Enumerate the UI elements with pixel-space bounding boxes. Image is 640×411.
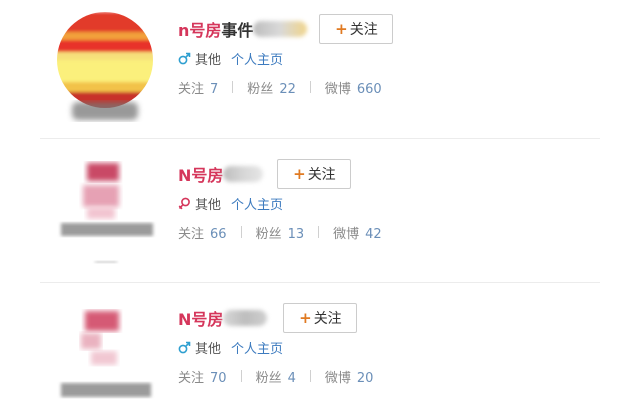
divider <box>232 81 234 93</box>
meta-row: 其他 个人主页 <box>178 191 382 215</box>
stats-row: 关注 70 粉丝 4 微博 20 <box>178 365 373 387</box>
avatar-image <box>61 311 151 397</box>
home-link[interactable]: 个人主页 <box>231 338 283 357</box>
stat-label: 关注 <box>178 81 205 97</box>
stat-following[interactable]: 关注 7 <box>178 78 218 97</box>
stat-value: 70 <box>210 370 227 386</box>
stat-label: 微博 <box>324 81 351 97</box>
name-row: N号房 + 关注 <box>178 159 382 189</box>
category-label: 其他 <box>195 197 222 213</box>
stat-value: 4 <box>287 370 296 386</box>
stat-following[interactable]: 关注 70 <box>178 367 227 386</box>
plus-icon: + <box>293 165 306 183</box>
avatar[interactable] <box>50 12 160 124</box>
divider <box>309 81 311 93</box>
divider <box>318 226 320 238</box>
stat-value: 22 <box>279 81 296 97</box>
follow-label: 关注 <box>313 311 342 327</box>
stat-posts[interactable]: 微博 660 <box>325 78 382 97</box>
user-name[interactable]: N号房 <box>178 162 223 186</box>
blurred-name <box>253 21 308 37</box>
plus-icon: + <box>299 309 312 327</box>
stat-value: 42 <box>365 226 382 242</box>
divider <box>240 370 242 382</box>
home-link[interactable]: 个人主页 <box>231 194 283 213</box>
meta-row: 其他 个人主页 <box>178 46 393 70</box>
user-name-prefix[interactable]: n号房 <box>178 21 221 40</box>
plus-icon: + <box>335 20 348 38</box>
avatar-image <box>57 12 153 120</box>
avatar[interactable] <box>55 299 160 409</box>
stat-following[interactable]: 关注 66 <box>178 223 227 242</box>
stat-label: 微博 <box>324 370 351 386</box>
divider <box>309 370 311 382</box>
stat-value: 20 <box>356 370 374 386</box>
stat-label: 关注 <box>178 370 205 386</box>
stat-posts[interactable]: 微博 42 <box>333 223 382 242</box>
stat-value: 66 <box>210 226 227 242</box>
user-name[interactable]: N号房 <box>178 306 223 330</box>
stat-value: 660 <box>356 81 382 97</box>
user-name-prefix[interactable]: N号房 <box>178 166 223 185</box>
stat-label: 微博 <box>333 226 360 242</box>
user-search-results: n号房事件 + 关注 其他 个人主页 关注 7 粉丝 22 微博 660 N号房… <box>0 0 640 411</box>
user-name-prefix[interactable]: N号房 <box>178 310 223 329</box>
stat-label: 关注 <box>178 226 205 242</box>
stat-value: 7 <box>210 81 219 97</box>
meta-row: 其他 个人主页 <box>178 335 373 359</box>
divider <box>240 226 242 238</box>
follow-button[interactable]: + 关注 <box>283 303 358 333</box>
user-name-suffix[interactable]: 事件 <box>221 21 253 40</box>
name-row: N号房 + 关注 <box>178 303 373 333</box>
stat-followers[interactable]: 粉丝 13 <box>256 223 305 242</box>
stat-value: 13 <box>287 226 305 242</box>
stat-posts[interactable]: 微博 20 <box>325 367 374 386</box>
category-label: 其他 <box>195 52 222 68</box>
stat-followers[interactable]: 粉丝 22 <box>247 78 296 97</box>
user-card: N号房 + 关注 其他 个人主页 关注 70 粉丝 4 微博 20 <box>0 283 640 411</box>
female-icon <box>178 197 191 210</box>
stat-label: 粉丝 <box>247 81 274 97</box>
male-icon <box>178 52 191 65</box>
user-info: N号房 + 关注 其他 个人主页 关注 70 粉丝 4 微博 20 <box>178 303 373 387</box>
stat-followers[interactable]: 粉丝 4 <box>256 367 296 386</box>
follow-button[interactable]: + 关注 <box>277 159 352 189</box>
follow-label: 关注 <box>349 22 378 38</box>
follow-button[interactable]: + 关注 <box>319 14 394 44</box>
user-name[interactable]: n号房事件 <box>178 17 253 41</box>
stat-label: 粉丝 <box>255 226 282 242</box>
avatar[interactable] <box>55 155 160 265</box>
user-info: n号房事件 + 关注 其他 个人主页 关注 7 粉丝 22 微博 660 <box>178 14 394 98</box>
category-label: 其他 <box>195 341 222 357</box>
home-link[interactable]: 个人主页 <box>231 49 283 68</box>
avatar-image <box>61 163 153 263</box>
blurred-name <box>223 310 268 326</box>
user-card: N号房 + 关注 其他 个人主页 关注 66 粉丝 13 微博 42 <box>0 139 640 282</box>
male-icon <box>178 341 191 354</box>
blurred-name <box>223 166 264 182</box>
user-info: N号房 + 关注 其他 个人主页 关注 66 粉丝 13 微博 42 <box>178 159 382 243</box>
stats-row: 关注 7 粉丝 22 微博 660 <box>178 76 393 98</box>
follow-label: 关注 <box>307 167 336 183</box>
name-row: n号房事件 + 关注 <box>178 14 394 44</box>
user-card: n号房事件 + 关注 其他 个人主页 关注 7 粉丝 22 微博 660 <box>0 0 640 138</box>
stats-row: 关注 66 粉丝 13 微博 42 <box>178 221 382 243</box>
stat-label: 粉丝 <box>255 370 282 386</box>
